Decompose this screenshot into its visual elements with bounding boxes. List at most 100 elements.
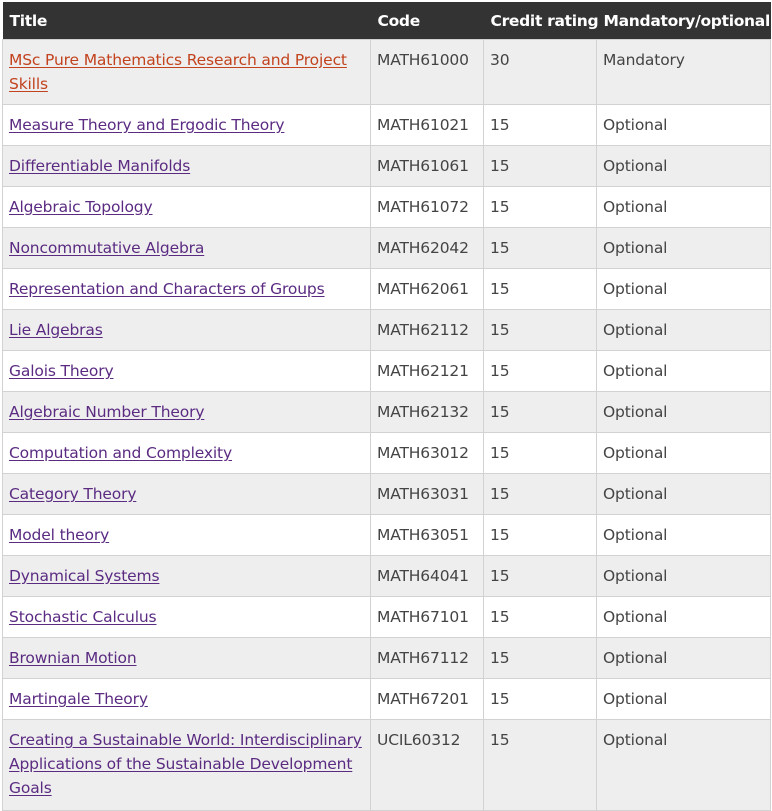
- course-unit-link[interactable]: Galois Theory: [9, 362, 114, 380]
- table-row: Representation and Characters of Groups M…: [2, 268, 771, 310]
- table-body: MSc Pure Mathematics Research and Projec…: [2, 39, 771, 811]
- cell-title: Differentiable Manifolds: [2, 145, 371, 187]
- cell-credit-rating: 15: [483, 432, 597, 474]
- table-row: Measure Theory and Ergodic Theory MATH610…: [2, 104, 771, 146]
- course-unit-link[interactable]: MSc Pure Mathematics Research and Projec…: [9, 51, 347, 93]
- header-title: Title: [2, 2, 371, 40]
- cell-title: Lie Algebras: [2, 309, 371, 351]
- course-unit-link[interactable]: Algebraic Topology: [9, 198, 153, 216]
- cell-code: MATH61000: [370, 39, 484, 105]
- cell-credit-rating: 15: [483, 268, 597, 310]
- cell-code: MATH63051: [370, 514, 484, 556]
- course-unit-link[interactable]: Category Theory: [9, 485, 136, 503]
- cell-credit-rating: 15: [483, 145, 597, 187]
- table-row: Noncommutative Algebra MATH62042 15 Optiona…: [2, 227, 771, 269]
- cell-credit-rating: 15: [483, 350, 597, 392]
- header-code: Code: [370, 2, 484, 40]
- course-unit-link[interactable]: Model theory: [9, 526, 109, 544]
- cell-credit-rating: 15: [483, 104, 597, 146]
- table-row: Martingale Theory MATH67201 15 Optional: [2, 678, 771, 720]
- table-row: MSc Pure Mathematics Research and Projec…: [2, 39, 771, 105]
- table-row: Brownian Motion MATH67112 15 Optional: [2, 637, 771, 679]
- course-unit-link[interactable]: Lie Algebras: [9, 321, 103, 339]
- cell-code: MATH62042: [370, 227, 484, 269]
- cell-code: MATH63031: [370, 473, 484, 515]
- cell-credit-rating: 15: [483, 555, 597, 597]
- cell-code: MATH67201: [370, 678, 484, 720]
- course-unit-link[interactable]: Dynamical Systems: [9, 567, 160, 585]
- cell-code: MATH62121: [370, 350, 484, 392]
- table-row: Creating a Sustainable World: Interdisci…: [2, 719, 771, 811]
- course-units-table: Title Code Credit rating Mandatory/optio…: [2, 2, 771, 811]
- cell-mandatory-optional: Optional: [596, 637, 771, 679]
- cell-code: MATH62061: [370, 268, 484, 310]
- cell-code: MATH64041: [370, 555, 484, 597]
- cell-mandatory-optional: Optional: [596, 145, 771, 187]
- table-row: Galois Theory MATH62121 15 Optional: [2, 350, 771, 392]
- cell-title: Algebraic Number Theory: [2, 391, 371, 433]
- cell-mandatory-optional: Optional: [596, 268, 771, 310]
- cell-mandatory-optional: Mandatory: [596, 39, 771, 105]
- cell-credit-rating: 15: [483, 719, 597, 811]
- table-row: Stochastic Calculus MATH67101 15 Optional: [2, 596, 771, 638]
- cell-credit-rating: 15: [483, 186, 597, 228]
- course-unit-link[interactable]: Stochastic Calculus: [9, 608, 157, 626]
- cell-code: MATH61072: [370, 186, 484, 228]
- cell-title: Martingale Theory: [2, 678, 371, 720]
- table-row: Lie Algebras MATH62112 15 Optional: [2, 309, 771, 351]
- cell-mandatory-optional: Optional: [596, 596, 771, 638]
- cell-credit-rating: 15: [483, 309, 597, 351]
- table-row: Dynamical Systems MATH64041 15 Optional: [2, 555, 771, 597]
- cell-title: Noncommutative Algebra: [2, 227, 371, 269]
- cell-title: Algebraic Topology: [2, 186, 371, 228]
- course-unit-link[interactable]: Computation and Complexity: [9, 444, 232, 462]
- cell-credit-rating: 15: [483, 678, 597, 720]
- table-row: Category Theory MATH63031 15 Optional: [2, 473, 771, 515]
- cell-title: Category Theory: [2, 473, 371, 515]
- cell-title: Representation and Characters of Groups: [2, 268, 371, 310]
- cell-code: MATH61021: [370, 104, 484, 146]
- header-row: Title Code Credit rating Mandatory/optio…: [2, 2, 771, 40]
- cell-credit-rating: 15: [483, 637, 597, 679]
- course-unit-link[interactable]: Noncommutative Algebra: [9, 239, 204, 257]
- cell-code: MATH67112: [370, 637, 484, 679]
- cell-mandatory-optional: Optional: [596, 555, 771, 597]
- course-unit-link[interactable]: Brownian Motion: [9, 649, 137, 667]
- cell-mandatory-optional: Optional: [596, 391, 771, 433]
- table-header: Title Code Credit rating Mandatory/optio…: [2, 2, 771, 40]
- course-unit-link[interactable]: Measure Theory and Ergodic Theory: [9, 116, 285, 134]
- table-row: Differentiable Manifolds MATH61061 15 Optio…: [2, 145, 771, 187]
- cell-credit-rating: 15: [483, 473, 597, 515]
- cell-title: Stochastic Calculus: [2, 596, 371, 638]
- cell-mandatory-optional: Optional: [596, 309, 771, 351]
- cell-mandatory-optional: Optional: [596, 473, 771, 515]
- course-unit-link[interactable]: Representation and Characters of Groups: [9, 280, 325, 298]
- cell-credit-rating: 30: [483, 39, 597, 105]
- cell-title: Measure Theory and Ergodic Theory: [2, 104, 371, 146]
- cell-mandatory-optional: Optional: [596, 432, 771, 474]
- cell-mandatory-optional: Optional: [596, 104, 771, 146]
- cell-credit-rating: 15: [483, 514, 597, 556]
- cell-mandatory-optional: Optional: [596, 350, 771, 392]
- cell-credit-rating: 15: [483, 391, 597, 433]
- cell-code: MATH61061: [370, 145, 484, 187]
- cell-credit-rating: 15: [483, 227, 597, 269]
- course-unit-link[interactable]: Algebraic Number Theory: [9, 403, 205, 421]
- cell-title: Computation and Complexity: [2, 432, 371, 474]
- cell-title: MSc Pure Mathematics Research and Projec…: [2, 39, 371, 105]
- course-unit-link[interactable]: Martingale Theory: [9, 690, 148, 708]
- cell-mandatory-optional: Optional: [596, 514, 771, 556]
- cell-code: MATH62132: [370, 391, 484, 433]
- header-mandatory-optional: Mandatory/optional: [596, 2, 771, 40]
- cell-mandatory-optional: Optional: [596, 719, 771, 811]
- cell-credit-rating: 15: [483, 596, 597, 638]
- cell-title: Dynamical Systems: [2, 555, 371, 597]
- header-credit-rating: Credit rating: [483, 2, 599, 40]
- table-row: Computation and Complexity MATH63012 15 Opt…: [2, 432, 771, 474]
- cell-mandatory-optional: Optional: [596, 678, 771, 720]
- cell-code: UCIL60312: [370, 719, 484, 811]
- table-row: Algebraic Number Theory MATH62132 15 Option…: [2, 391, 771, 433]
- course-unit-link[interactable]: Creating a Sustainable World: Interdisci…: [9, 731, 362, 797]
- cell-title: Brownian Motion: [2, 637, 371, 679]
- course-unit-link[interactable]: Differentiable Manifolds: [9, 157, 190, 175]
